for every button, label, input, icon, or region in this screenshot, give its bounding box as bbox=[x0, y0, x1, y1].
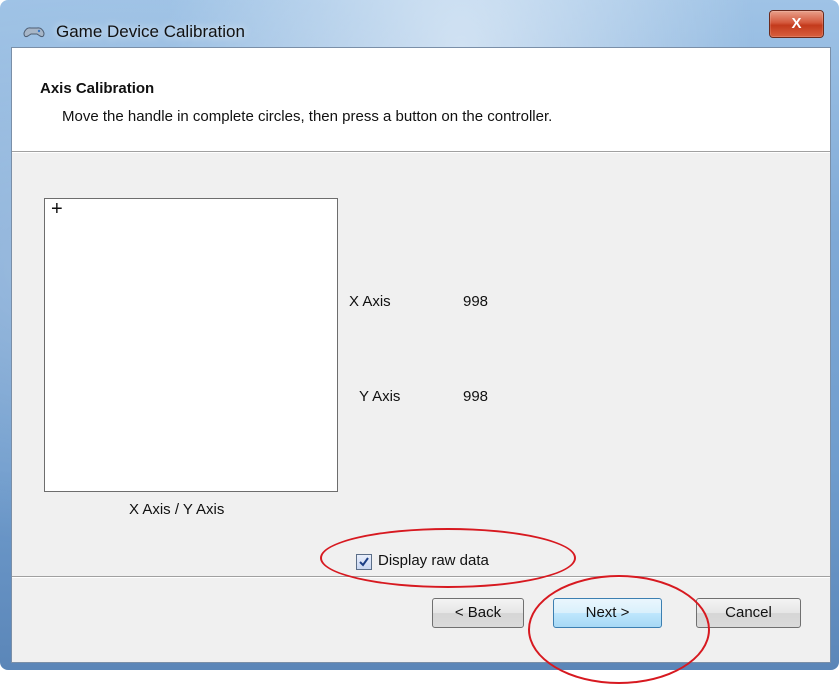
cancel-button[interactable]: Cancel bbox=[696, 598, 801, 628]
display-raw-data-checkbox[interactable] bbox=[356, 554, 372, 570]
y-axis-label: Y Axis bbox=[359, 388, 401, 405]
x-axis-value: 998 bbox=[463, 293, 489, 310]
page-description: Move the handle in complete circles, the… bbox=[62, 108, 553, 125]
back-button[interactable]: < Back bbox=[432, 598, 524, 628]
checkmark-icon bbox=[359, 557, 369, 567]
dialog-body: Axis Calibration Move the handle in comp… bbox=[11, 47, 831, 663]
display-raw-data-label[interactable]: Display raw data bbox=[378, 552, 489, 569]
close-icon: X bbox=[791, 15, 802, 32]
window-title: Game Device Calibration bbox=[56, 22, 245, 41]
x-axis-label: X Axis bbox=[349, 293, 391, 310]
game-controller-icon bbox=[22, 24, 46, 40]
axis-plot-area: + bbox=[44, 198, 338, 492]
close-button[interactable]: X bbox=[769, 10, 824, 38]
footer-divider bbox=[12, 576, 830, 578]
next-button[interactable]: Next > bbox=[553, 598, 662, 628]
header-divider bbox=[12, 151, 830, 153]
crosshair-icon: + bbox=[51, 198, 63, 220]
axis-plot-label: X Axis / Y Axis bbox=[129, 501, 225, 518]
y-axis-value: 998 bbox=[463, 388, 489, 405]
header-panel: Axis Calibration Move the handle in comp… bbox=[12, 48, 830, 151]
title-bar[interactable]: Game Device Calibration X bbox=[0, 0, 839, 46]
page-title: Axis Calibration bbox=[40, 80, 155, 97]
